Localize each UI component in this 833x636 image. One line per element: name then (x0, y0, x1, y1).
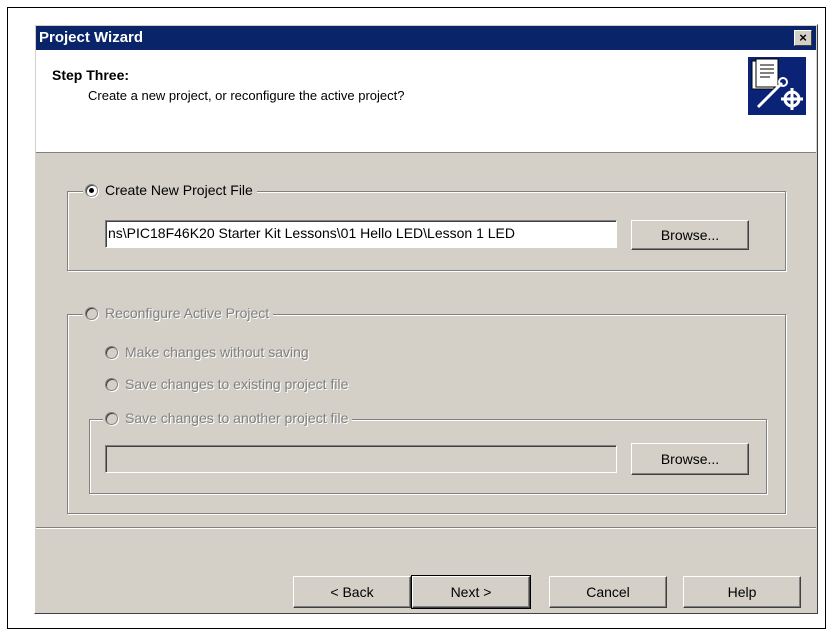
make-changes-without-saving-radio (105, 345, 118, 359)
cancel-button[interactable]: Cancel (549, 576, 667, 608)
reconfigure-active-project-label: Reconfigure Active Project (105, 305, 270, 321)
project-path-input[interactable]: ns\PIC18F46K20 Starter Kit Lessons\01 He… (105, 220, 617, 248)
window-title: Project Wizard (39, 29, 144, 46)
save-changes-another-radio (105, 411, 118, 425)
save-changes-existing-label: Save changes to existing project file (125, 376, 349, 392)
create-new-project-radio[interactable] (85, 183, 98, 197)
make-changes-without-saving-label: Make changes without saving (125, 344, 309, 360)
back-button[interactable]: < Back (293, 576, 411, 608)
reconfigure-project-legend: Reconfigure Active Project (83, 305, 274, 321)
browse-button-create[interactable]: Browse... (631, 220, 749, 250)
wizard-header: Step Three: Create a new project, or rec… (36, 50, 816, 153)
step-title: Step Three: (52, 67, 130, 83)
next-button[interactable]: Next > (411, 575, 531, 609)
create-new-project-label[interactable]: Create New Project File (105, 182, 253, 198)
browse-button-another[interactable]: Browse... (631, 443, 749, 475)
save-changes-another-label: Save changes to another project file (125, 410, 349, 426)
option-make-changes-without-saving: Make changes without saving (105, 344, 309, 360)
another-project-path-input (105, 445, 617, 473)
footer-separator (36, 527, 816, 529)
title-bar: Project Wizard × (36, 26, 816, 50)
save-to-another-legend: Save changes to another project file (103, 410, 353, 426)
close-button[interactable]: × (794, 30, 812, 46)
reconfigure-active-project-radio (85, 306, 98, 320)
wizard-document-wrench-gear-icon (748, 57, 806, 115)
step-subtitle: Create a new project, or reconfigure the… (88, 88, 405, 103)
save-changes-existing-radio (105, 377, 118, 391)
create-project-legend[interactable]: Create New Project File (83, 182, 257, 198)
option-save-changes-existing: Save changes to existing project file (105, 376, 348, 392)
help-button[interactable]: Help (683, 576, 801, 608)
project-wizard-dialog: Project Wizard × Step Three: Create a ne… (34, 24, 818, 614)
